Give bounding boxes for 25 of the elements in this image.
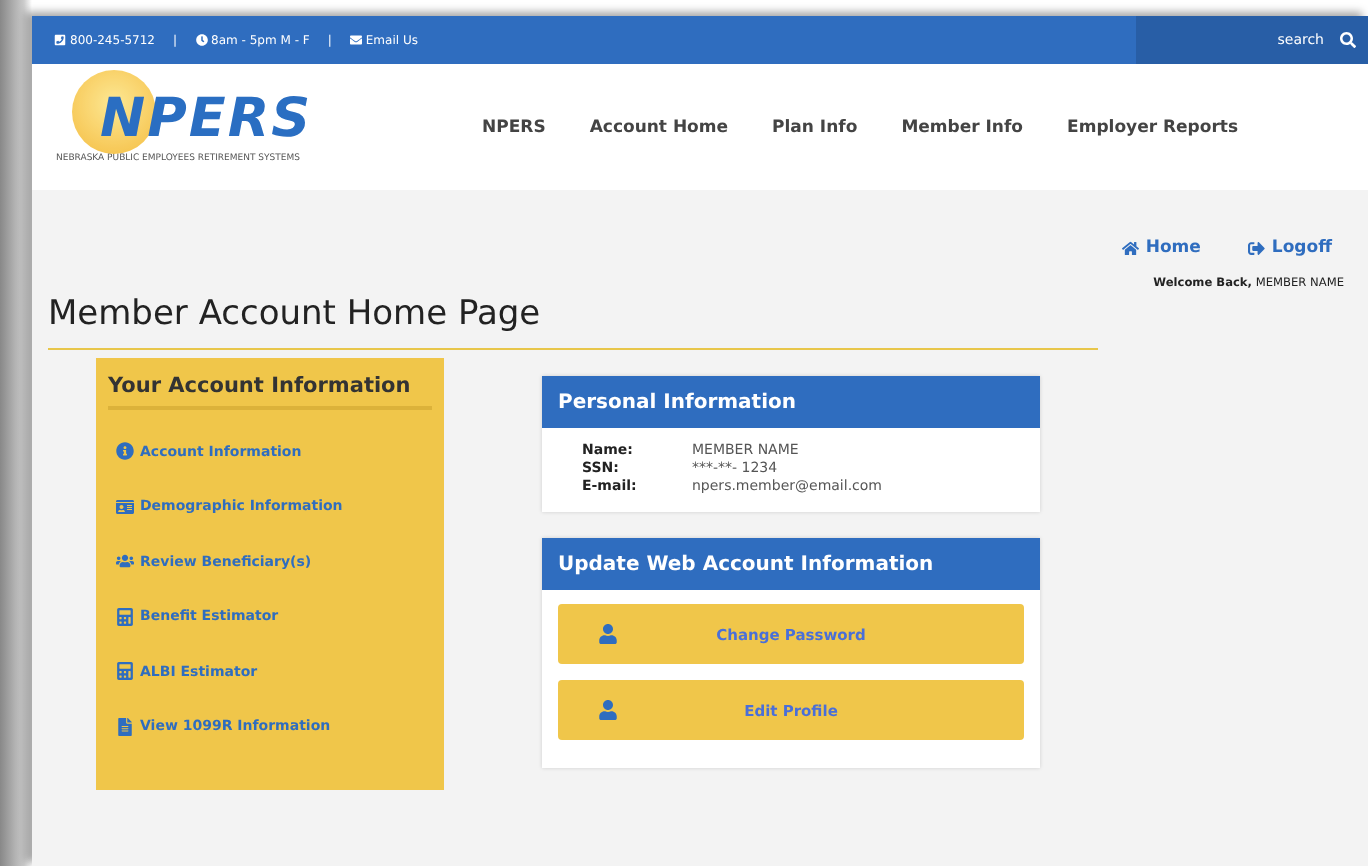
document-icon (116, 717, 134, 736)
calculator-icon (116, 662, 134, 681)
clock-icon (195, 34, 208, 46)
phone-icon (54, 34, 66, 46)
page-title: Member Account Home Page (48, 294, 1098, 350)
card-title: Personal Information (542, 376, 1040, 428)
home-icon (1122, 239, 1140, 257)
user-icon (598, 624, 618, 644)
user-icon (598, 700, 618, 720)
people-icon (116, 552, 134, 571)
search-icon[interactable] (1340, 32, 1356, 48)
info-icon (116, 442, 134, 461)
user-link[interactable]: Logoff (1248, 238, 1332, 258)
user-link[interactable]: Home (1122, 238, 1201, 258)
calculator-icon (116, 607, 134, 626)
id-card-icon (116, 497, 134, 516)
nav-link[interactable]: Account Home (567, 117, 751, 137)
panel-title: Your Account Information (108, 374, 432, 410)
card-title: Update Web Account Information (542, 538, 1040, 590)
envelope-icon (349, 34, 362, 46)
nav-link[interactable]: Plan Info (750, 117, 880, 137)
logout-icon (1248, 239, 1266, 257)
nav-link[interactable]: NPERS (460, 117, 568, 137)
nav-link[interactable]: Member Info (879, 117, 1046, 137)
nav-link[interactable]: Employer Reports (1045, 117, 1261, 137)
